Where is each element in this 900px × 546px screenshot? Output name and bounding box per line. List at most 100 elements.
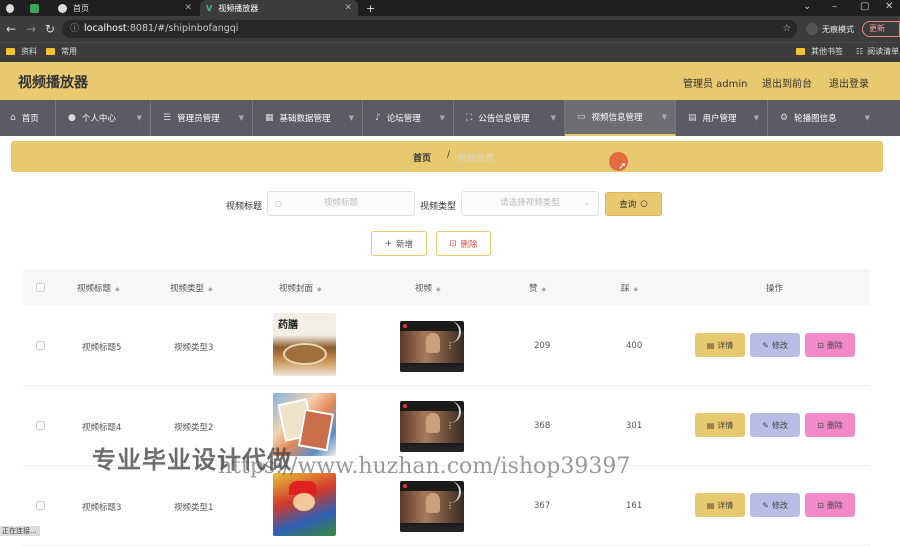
batch-delete-button[interactable]: ⊡ 删除 xyxy=(436,231,491,256)
incognito-indicator[interactable]: 无痕模式 xyxy=(806,23,854,35)
edit-button[interactable]: ✎ 修改 xyxy=(750,333,800,357)
star-icon[interactable]: ☆ xyxy=(782,20,791,38)
edit-button[interactable]: ✎ 修改 xyxy=(750,413,800,437)
cell-likes: 368 xyxy=(534,421,551,431)
close-icon[interactable]: ✕ xyxy=(344,3,352,13)
video-player[interactable]: ⋮ xyxy=(400,481,464,532)
detail-button[interactable]: ▤ 详情 xyxy=(695,413,745,437)
row-checkbox[interactable] xyxy=(36,421,45,430)
bookmark-other[interactable]: 其他书签 xyxy=(796,46,843,57)
header-likes[interactable]: 赞 ◆ xyxy=(529,282,546,294)
logout-link[interactable]: 退出登录 xyxy=(829,75,869,90)
reading-list[interactable]: ☷ 阅读清单 xyxy=(856,46,899,57)
url-input[interactable]: ⓘ localhost:8081/#/shipinbofangqi ☆ xyxy=(62,20,797,38)
header-operations: 操作 xyxy=(766,284,784,294)
minimize-icon[interactable]: – xyxy=(832,1,837,12)
maximize-icon[interactable]: ▢ xyxy=(860,1,869,12)
admin-label: 管理员 admin xyxy=(683,79,748,90)
header-type[interactable]: 视频类型 ◆ xyxy=(170,282,213,294)
title-search-placeholder: 视频标题 xyxy=(323,198,358,208)
menu-item-carousel[interactable]: ⚙ 轮播图信息 ▼ xyxy=(768,100,900,136)
delete-button[interactable]: ⊡ 删除 xyxy=(805,333,855,357)
menu-item-forum[interactable]: ♪ 论坛管理 ▼ xyxy=(363,100,454,136)
cell-type: 视频类型3 xyxy=(174,343,214,353)
list-icon: ☰ xyxy=(163,113,172,123)
breadcrumb: 首页 / 视频信息 xyxy=(11,141,883,172)
select-all-checkbox[interactable] xyxy=(36,283,45,292)
watermark-url: https://www.huzhan.com/ishop39397 xyxy=(218,454,631,479)
header-video[interactable]: 视频 ◆ xyxy=(415,282,441,294)
video-person xyxy=(426,333,440,353)
reading-list-icon: ☷ xyxy=(856,47,864,56)
record-icon xyxy=(403,404,407,408)
query-button[interactable]: 查询 ○ xyxy=(605,192,662,216)
cell-title: 视频标题3 xyxy=(82,503,122,513)
menu-item-notice[interactable]: ⛶ 公告信息管理 ▼ xyxy=(454,100,565,136)
browser-tab-icon[interactable] xyxy=(0,0,20,16)
more-icon[interactable]: ⋮ xyxy=(446,341,454,350)
close-icon[interactable]: ✕ xyxy=(184,3,192,13)
detail-button[interactable]: ▤ 详情 xyxy=(695,493,745,517)
gear-icon: ⚙ xyxy=(780,113,789,123)
menu-item-users[interactable]: ▤ 用户管理 ▼ xyxy=(676,100,768,136)
chevron-down-icon[interactable]: ⌄ xyxy=(803,1,811,12)
header-cover[interactable]: 视频封面 ◆ xyxy=(279,282,322,294)
video-controls[interactable] xyxy=(400,525,464,532)
video-controls[interactable] xyxy=(400,445,464,452)
add-button[interactable]: + 新增 xyxy=(371,231,427,256)
header-dislikes[interactable]: 踩 ◆ xyxy=(621,282,638,294)
bookmark-label: 资料 xyxy=(21,47,37,56)
bookmark-label: 阅读清单 xyxy=(867,47,900,56)
update-button[interactable]: 更新 xyxy=(862,21,900,37)
close-window-icon[interactable]: ✕ xyxy=(885,1,893,12)
browser-tab-pinned[interactable] xyxy=(24,0,52,16)
browser-tab-player[interactable]: V 视频播放器 ✕ xyxy=(200,0,358,16)
menu-item-profile[interactable]: ● 个人中心 ▼ xyxy=(56,100,151,136)
back-to-front-link[interactable]: 退出到前台 xyxy=(762,75,812,90)
header-label: 赞 xyxy=(529,284,538,294)
menu-item-home[interactable]: ⌂ 首页 xyxy=(0,100,56,136)
document-icon: ▤ xyxy=(706,340,715,350)
detail-button[interactable]: ▤ 详情 xyxy=(695,333,745,357)
row-checkbox[interactable] xyxy=(36,341,45,350)
chevron-down-icon: ▼ xyxy=(753,114,759,122)
bookmark-folder[interactable]: 常用 xyxy=(46,46,77,57)
globe-icon xyxy=(58,3,67,13)
info-icon: ⓘ xyxy=(70,24,80,34)
more-icon[interactable]: ⋮ xyxy=(446,501,454,510)
add-label: 新增 xyxy=(396,239,414,250)
edit-button[interactable]: ✎ 修改 xyxy=(750,493,800,517)
video-controls[interactable] xyxy=(400,365,464,372)
title-search-label: 视频标题 xyxy=(226,202,263,212)
more-icon[interactable]: ⋮ xyxy=(446,421,454,430)
forward-icon[interactable]: → xyxy=(26,22,36,36)
row-checkbox[interactable] xyxy=(36,501,45,510)
document-icon: ▤ xyxy=(706,420,715,430)
header-label: 视频类型 xyxy=(170,284,205,294)
back-icon[interactable]: ← xyxy=(6,22,16,36)
breadcrumb-home[interactable]: 首页 xyxy=(413,151,431,164)
tab-title: 视频播放器 xyxy=(218,3,259,13)
mic-icon: ♪ xyxy=(375,113,381,123)
reload-icon[interactable]: ↻ xyxy=(45,22,55,36)
globe-icon xyxy=(6,3,14,13)
menu-item-admins[interactable]: ☰ 管理员管理 ▼ xyxy=(151,100,253,136)
menu-item-video[interactable]: ▭ 视频信息管理 ▼ xyxy=(565,100,676,136)
type-select[interactable]: 请选择视频类型 ⌄ xyxy=(461,191,599,216)
menu-label: 公告信息管理 xyxy=(478,114,530,124)
delete-button[interactable]: ⊡ 删除 xyxy=(805,413,855,437)
browser-tab-home[interactable]: 首页 ✕ xyxy=(52,0,198,16)
delete-button[interactable]: ⊡ 删除 xyxy=(805,493,855,517)
bookmark-folder[interactable]: 资料 xyxy=(6,46,37,57)
menu-item-basic-data[interactable]: ▦ 基础数据管理 ▼ xyxy=(253,100,363,136)
dish-shape xyxy=(283,343,327,365)
address-bar-row: ← → ↻ ⓘ localhost:8081/#/shipinbofangqi … xyxy=(0,16,900,42)
new-tab-button[interactable]: + xyxy=(360,0,376,16)
video-player[interactable]: ⋮ xyxy=(400,321,464,372)
title-search-input[interactable]: ○ 视频标题 xyxy=(267,191,415,216)
edit-icon: ✎ xyxy=(762,500,769,510)
header-title[interactable]: 视频标题 ◆ xyxy=(77,282,120,294)
video-player[interactable]: ⋮ xyxy=(400,401,464,452)
cell-title: 视频标题4 xyxy=(82,423,122,433)
breadcrumb-separator: / xyxy=(447,150,451,160)
